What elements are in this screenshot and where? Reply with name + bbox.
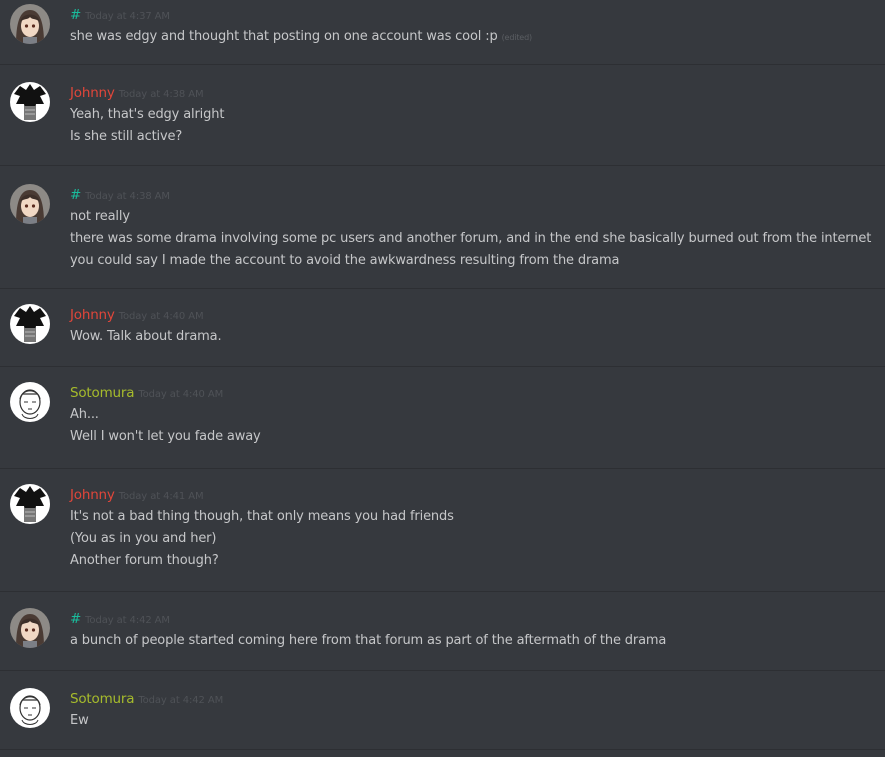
message-text: she was edgy and thought that posting on…	[70, 26, 532, 49]
message-timestamp: Today at 4:42 AM	[85, 615, 170, 626]
message-header: Johnny Today at 4:41 AM	[70, 484, 204, 504]
message-timestamp: Today at 4:37 AM	[85, 11, 170, 22]
message-header: # Today at 4:38 AM	[70, 184, 170, 204]
author-name[interactable]: #	[70, 611, 81, 627]
author-name[interactable]: Sotomura	[70, 385, 135, 401]
message-group: # Today at 4:42 AM a bunch of people start…	[0, 604, 885, 670]
message-text-content: Yeah, that's edgy alright	[70, 107, 225, 122]
message-text: Another forum though?	[70, 550, 219, 572]
author-name[interactable]: #	[70, 7, 81, 23]
message-text: Ew	[70, 710, 89, 732]
message-header: Sotomura Today at 4:40 AM	[70, 382, 223, 402]
message-group: # Today at 4:37 AM she was edgy and though…	[0, 0, 885, 64]
sketch-avatar[interactable]	[10, 382, 50, 422]
message-text: a bunch of people started coming here fr…	[70, 630, 666, 652]
message-text: Wow. Talk about drama.	[70, 326, 222, 348]
message-divider	[0, 165, 885, 166]
message-text: (You as in you and her)	[70, 528, 216, 550]
message-timestamp: Today at 4:40 AM	[138, 389, 224, 400]
message-text-content: Ah...	[70, 407, 99, 422]
message-divider	[0, 591, 885, 592]
dark-figure-avatar[interactable]	[10, 484, 50, 524]
message-text-content: you could say I made the account to avoi…	[70, 253, 620, 268]
message-text-content: (You as in you and her)	[70, 531, 217, 546]
message-header: # Today at 4:37 AM	[70, 4, 170, 24]
author-name[interactable]: Johnny	[70, 307, 115, 323]
message-text: Ah...	[70, 404, 99, 426]
message-header: Johnny Today at 4:38 AM	[70, 82, 204, 102]
message-timestamp: Today at 4:41 AM	[118, 491, 204, 502]
message-divider	[0, 468, 885, 469]
message-timestamp: Today at 4:38 AM	[85, 191, 170, 202]
message-text-content: not really	[70, 209, 130, 224]
message-group: Johnny Today at 4:40 AM Wow. Talk about dr…	[0, 300, 885, 366]
anime-girl-avatar[interactable]	[10, 608, 50, 648]
message-group: Johnny Today at 4:41 AM It's not a bad thi…	[0, 480, 885, 591]
message-header: Johnny Today at 4:40 AM	[70, 304, 204, 324]
message-text: Well I won't let you fade away	[70, 426, 261, 448]
message-text-content: a bunch of people started coming here fr…	[70, 633, 667, 648]
edited-label: (edited)	[501, 33, 533, 42]
author-name[interactable]: Johnny	[70, 85, 115, 101]
dark-figure-avatar[interactable]	[10, 82, 50, 122]
message-timestamp: Today at 4:42 AM	[138, 695, 224, 706]
message-divider	[0, 366, 885, 367]
message-text: Is she still active?	[70, 126, 182, 148]
author-name[interactable]: Johnny	[70, 487, 115, 503]
message-text-content: there was some drama involving some pc u…	[70, 231, 872, 246]
message-timestamp: Today at 4:38 AM	[118, 89, 204, 100]
anime-girl-avatar[interactable]	[10, 4, 50, 44]
anime-girl-avatar[interactable]	[10, 184, 50, 224]
message-text: there was some drama involving some pc u…	[70, 228, 871, 250]
message-divider	[0, 749, 885, 750]
message-group: Sotomura Today at 4:42 AM Ew	[0, 684, 885, 749]
message-divider	[0, 670, 885, 671]
message-group: Johnny Today at 4:38 AM Yeah, that's edgy …	[0, 78, 885, 165]
message-text-content: Wow. Talk about drama.	[70, 329, 222, 344]
message-text-content: Another forum though?	[70, 553, 219, 568]
message-text-content: Ew	[70, 713, 89, 728]
message-timestamp: Today at 4:40 AM	[118, 311, 204, 322]
message-header: Sotomura Today at 4:42 AM	[70, 688, 223, 708]
message-text-content: she was edgy and thought that posting on…	[70, 29, 498, 44]
message-group: Sotomura Today at 4:40 AM Ah... Well I won'…	[0, 378, 885, 468]
message-text-content: It's not a bad thing though, that only m…	[70, 509, 454, 524]
message-header: # Today at 4:42 AM	[70, 608, 170, 628]
author-name[interactable]: #	[70, 187, 81, 203]
message-text: It's not a bad thing though, that only m…	[70, 506, 454, 528]
message-group: # Today at 4:38 AM not really there was som…	[0, 180, 885, 288]
message-divider	[0, 64, 885, 65]
message-divider	[0, 288, 885, 289]
message-text: Yeah, that's edgy alright	[70, 104, 224, 126]
message-text-content: Is she still active?	[70, 129, 183, 144]
sketch-avatar[interactable]	[10, 688, 50, 728]
author-name[interactable]: Sotomura	[70, 691, 135, 707]
message-text: you could say I made the account to avoi…	[70, 250, 619, 272]
message-text-content: Well I won't let you fade away	[70, 429, 261, 444]
chat-messages: # Today at 4:37 AM she was edgy and though…	[0, 0, 885, 757]
message-text: not really	[70, 206, 130, 228]
dark-figure-avatar[interactable]	[10, 304, 50, 344]
